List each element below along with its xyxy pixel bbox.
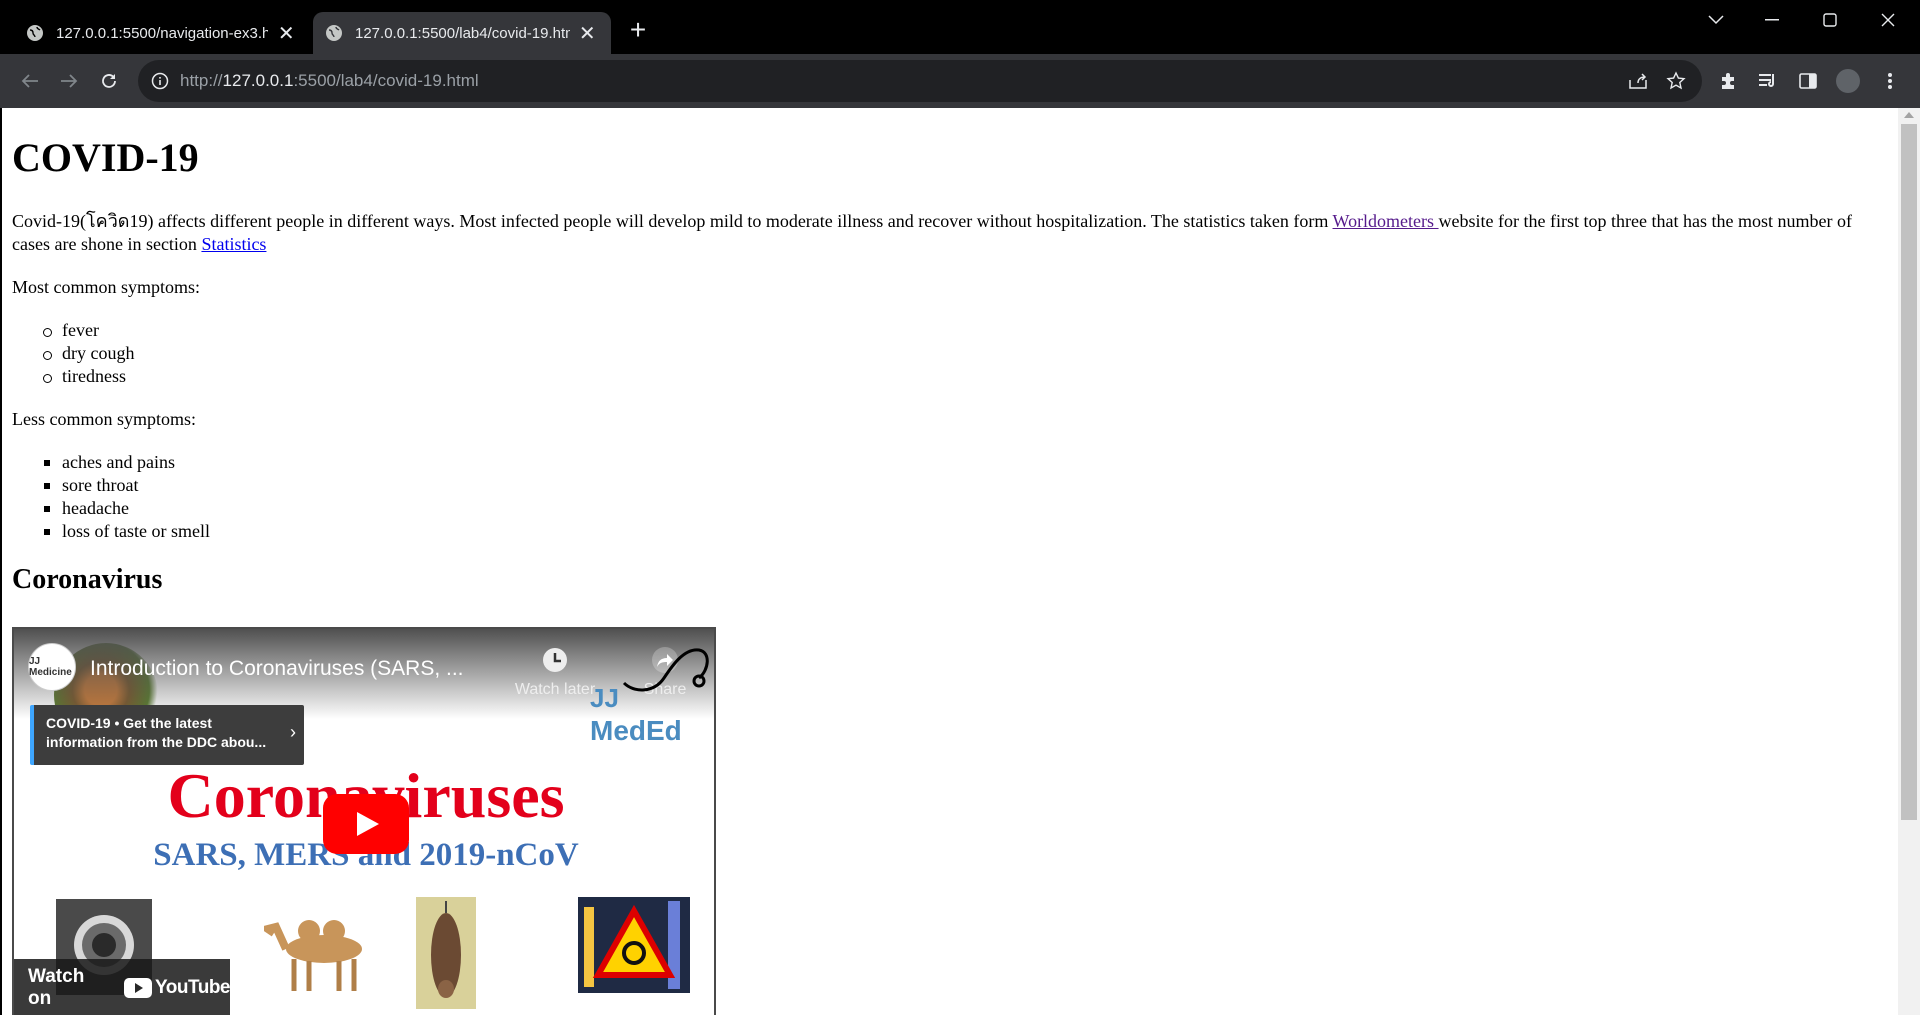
video-title[interactable]: Introduction to Coronaviruses (SARS, ... (90, 657, 464, 681)
minimize-icon[interactable] (1744, 0, 1800, 40)
youtube-logo: YouTube (124, 977, 230, 999)
list-item: dry cough (42, 343, 135, 363)
maximize-icon[interactable] (1802, 0, 1858, 40)
extensions-puzzle-icon[interactable] (1714, 67, 1742, 95)
camel-image (258, 909, 380, 999)
youtube-embed[interactable]: JJ Medicine Introduction to Coronaviruse… (12, 627, 716, 1015)
close-icon[interactable] (1860, 0, 1916, 40)
more-menu-icon[interactable] (1876, 67, 1904, 95)
list-item: aches and pains (44, 451, 210, 474)
vertical-scrollbar[interactable] (1898, 108, 1920, 1015)
new-tab-button[interactable]: + (624, 14, 652, 45)
scrollbar-thumb[interactable] (1901, 124, 1917, 820)
brand-meded: MedEd (590, 715, 682, 746)
back-arrow-icon[interactable] (16, 67, 44, 95)
url-path: :5500/lab4/covid-19.html (293, 71, 479, 90)
media-queue-icon[interactable] (1754, 67, 1782, 95)
common-symptoms-list: fever dry cough tiredness (42, 319, 135, 388)
intro-paragraph: Covid-19(โควิด19) affects different peop… (12, 210, 1884, 256)
watch-later-label: Watch later (514, 681, 596, 698)
tab-title: 127.0.0.1:5500/navigation-ex3.html (56, 24, 269, 42)
tab-close-icon[interactable]: ✕ (274, 21, 298, 45)
globe-icon (27, 25, 43, 41)
share-icon[interactable] (1626, 69, 1650, 93)
section-heading-coronavirus: Coronavirus (12, 564, 163, 595)
chevron-right-icon: › (290, 722, 296, 742)
tab-navigation-ex3[interactable]: 127.0.0.1:5500/navigation-ex3.html ✕ (0, 12, 310, 54)
less-common-symptoms-label: Less common symptoms: (12, 409, 196, 429)
tab-search-chevron-down-icon[interactable] (1688, 0, 1744, 40)
intro-text: Covid-19(โควิด19) affects different peop… (12, 211, 1333, 231)
list-item: headache (44, 497, 210, 520)
tab-covid-19[interactable]: 127.0.0.1:5500/lab4/covid-19.html ✕ (313, 12, 611, 54)
list-item: loss of taste or smell (44, 521, 210, 541)
watch-on-label: Watch on (28, 966, 85, 1009)
side-panel-icon[interactable] (1794, 67, 1822, 95)
url-scheme: http:// (180, 71, 223, 90)
worldometers-link[interactable]: Worldometers (1333, 211, 1439, 231)
address-bar[interactable]: http://127.0.0.1:5500/lab4/covid-19.html (138, 60, 1702, 102)
forward-arrow-icon[interactable] (55, 67, 83, 95)
tab-close-icon[interactable]: ✕ (576, 21, 599, 45)
site-info-icon[interactable] (150, 71, 170, 91)
brand-jj: JJ (590, 683, 619, 713)
play-button-icon[interactable] (323, 794, 409, 854)
youtube-play-icon (124, 978, 153, 998)
youtube-wordmark: YouTube (155, 977, 230, 998)
info-card-text: COVID-19 • Get the latest information fr… (46, 715, 267, 750)
bat-image (416, 897, 476, 1009)
less-common-symptoms-list: aches and pains sore throat headache los… (44, 451, 210, 543)
bookmark-star-icon[interactable] (1664, 69, 1688, 93)
tab-strip: 127.0.0.1:5500/navigation-ex3.html ✕ 127… (0, 0, 1920, 54)
common-symptoms-label: Most common symptoms: (12, 277, 201, 297)
tab-title: 127.0.0.1:5500/lab4/covid-19.html (355, 24, 570, 42)
channel-avatar[interactable]: JJ Medicine (28, 643, 76, 691)
profile-avatar[interactable] (1834, 67, 1862, 95)
page-viewport: COVID-19 Covid-19(โควิด19) affects diffe… (2, 108, 1898, 1015)
list-item: fever (42, 319, 134, 342)
list-item: tiredness (42, 365, 134, 388)
watch-later-button[interactable]: Watch later (510, 645, 600, 699)
scroll-up-arrow-icon[interactable] (1904, 112, 1914, 118)
biohazard-image (578, 897, 690, 993)
url-host: 127.0.0.1 (222, 71, 294, 90)
info-card[interactable]: COVID-19 • Get the latest information fr… (30, 705, 304, 765)
browser-toolbar: http://127.0.0.1:5500/lab4/covid-19.html (0, 54, 1920, 108)
stethoscope-logo-icon (622, 648, 709, 692)
page-title: COVID-19 (12, 135, 199, 180)
list-item: sore throat (44, 474, 210, 497)
url-text[interactable]: http://127.0.0.1:5500/lab4/covid-19.html (180, 71, 479, 91)
globe-icon (326, 25, 342, 41)
statistics-link[interactable]: Statistics (201, 234, 266, 254)
clock-icon (540, 645, 570, 675)
reload-icon[interactable] (95, 67, 123, 95)
watch-on-youtube-button[interactable]: Watch on YouTube (14, 959, 230, 1015)
